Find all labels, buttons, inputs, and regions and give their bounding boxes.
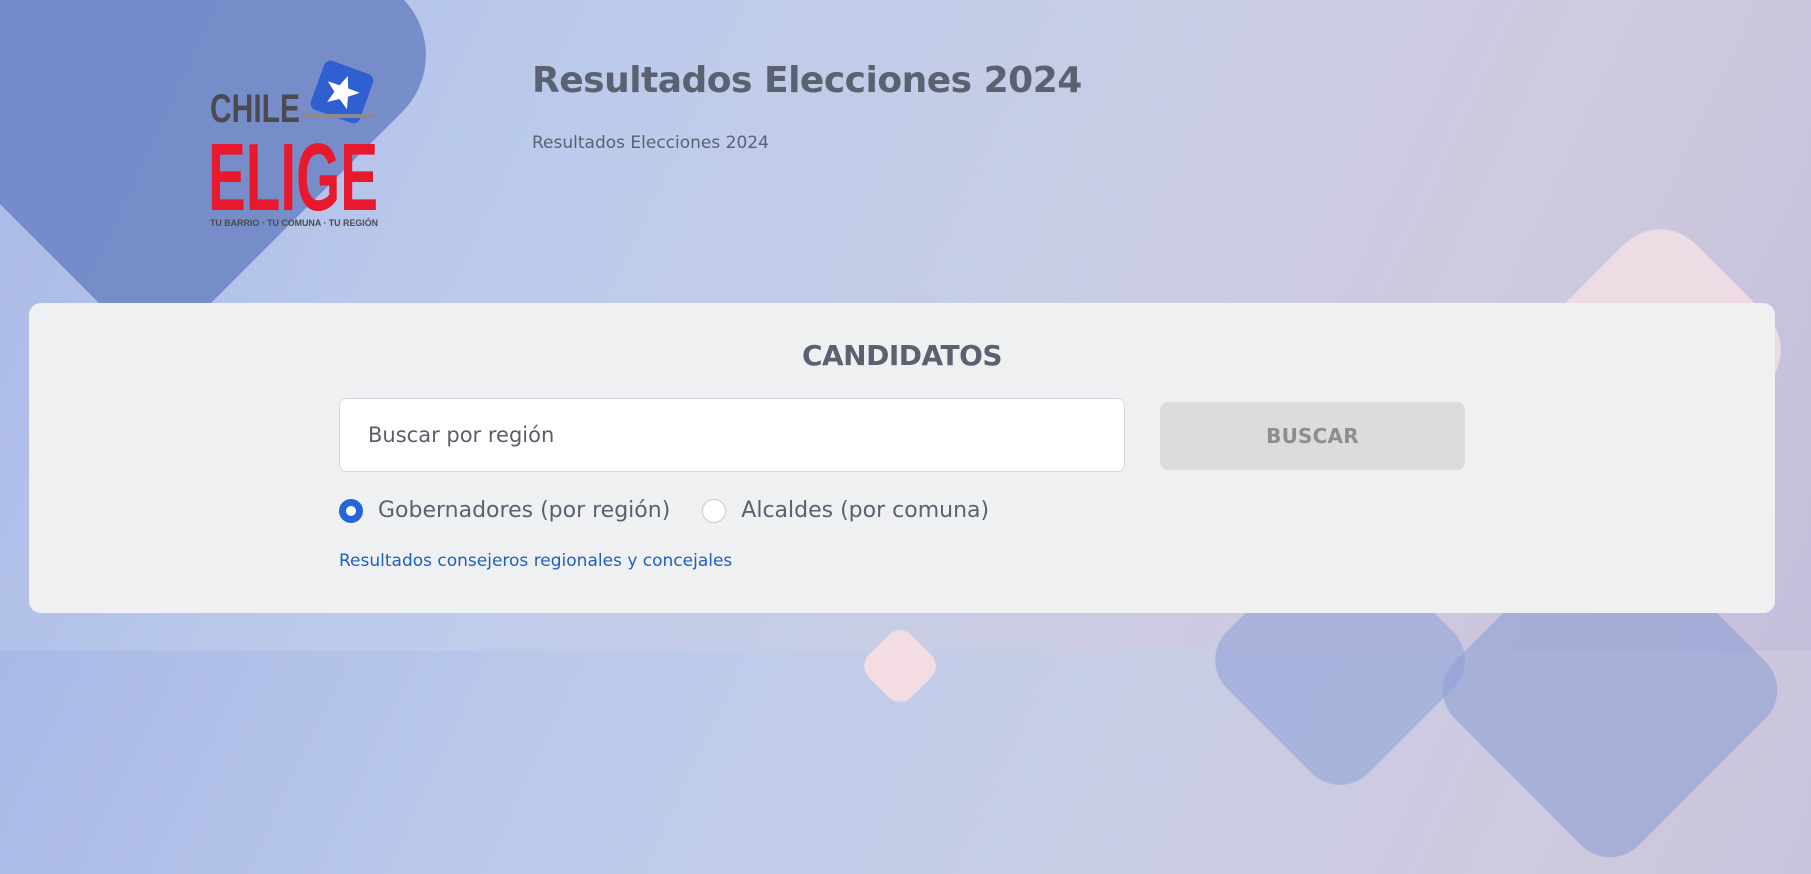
logo-line2: ELIGE xyxy=(208,124,378,231)
search-button[interactable]: BUSCAR xyxy=(1160,402,1465,470)
radio-label: Alcaldes (por comuna) xyxy=(741,498,990,523)
radio-label: Gobernadores (por región) xyxy=(378,498,671,523)
search-input[interactable] xyxy=(339,398,1125,472)
chile-elige-logo[interactable]: CHILE ELIGE TU BARRIO · TU COMUNA · TU R… xyxy=(208,58,384,233)
page-title: Resultados Elecciones 2024 xyxy=(532,60,1082,101)
radio-gobernadores[interactable]: Gobernadores (por región) xyxy=(339,498,670,523)
candidate-search-card: CANDIDATOS BUSCAR Gobernadores (por regi… xyxy=(29,303,1775,613)
radio-button-unselected[interactable] xyxy=(702,498,727,523)
consejeros-concejales-link[interactable]: Resultados consejeros regionales y conce… xyxy=(339,551,732,571)
radio-alcaldes[interactable]: Alcaldes (por comuna) xyxy=(702,498,989,523)
election-type-radio-group: Gobernadores (por región) Alcaldes (por … xyxy=(339,498,1021,523)
logo-tagline: TU BARRIO · TU COMUNA · TU REGIÓN xyxy=(210,217,378,228)
page-subtitle: Resultados Elecciones 2024 xyxy=(532,133,769,153)
radio-button-selected[interactable] xyxy=(339,498,363,523)
background-shape xyxy=(857,623,943,709)
card-title: CANDIDATOS xyxy=(801,339,1003,372)
